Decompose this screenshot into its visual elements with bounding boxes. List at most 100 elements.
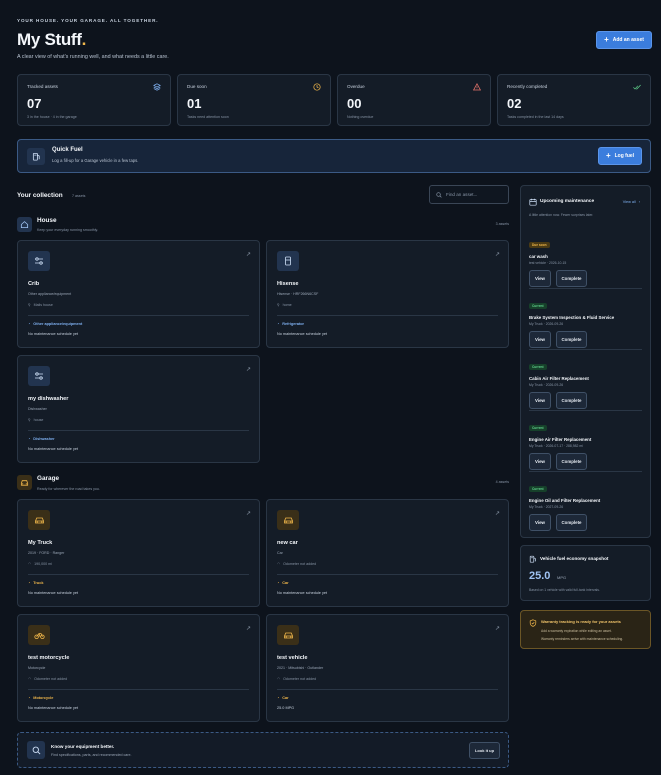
category-icon: ◔ bbox=[277, 696, 280, 700]
asset-schedule: No maintenance schedule yet bbox=[28, 332, 79, 336]
view-button[interactable]: View bbox=[529, 270, 551, 287]
house-subtitle: Keep your everyday running smoothly. bbox=[37, 228, 99, 232]
fuel-unit: MPG bbox=[557, 575, 567, 580]
add-asset-button[interactable]: + Add an asset bbox=[596, 31, 652, 49]
garage-title: Garage bbox=[37, 475, 60, 482]
view-button[interactable]: View bbox=[529, 392, 551, 409]
current-badge: Current bbox=[529, 425, 547, 431]
asset-odometer: ◠ Odometer not added bbox=[277, 562, 316, 566]
maintenance-item-title: Engine Oil and Filter Replacement bbox=[529, 498, 601, 503]
asset-desc: Other appliance/equipment bbox=[28, 292, 72, 296]
open-arrow-icon[interactable]: ↗ bbox=[495, 251, 500, 258]
maintenance-item: Current Engine Oil and Filter Replacemen… bbox=[529, 477, 643, 531]
fridge-icon bbox=[277, 251, 299, 271]
stat-overdue: Overdue 00 Nothing overdue bbox=[337, 74, 491, 126]
look-it-up-button[interactable]: Look it up bbox=[469, 742, 500, 759]
due-soon-badge: Due soon bbox=[529, 242, 550, 248]
asset-name: My Truck bbox=[28, 540, 53, 546]
maintenance-item-title: Engine Air Filter Replacement bbox=[529, 437, 592, 442]
stat-label: Overdue bbox=[347, 84, 365, 89]
complete-button[interactable]: Complete bbox=[556, 331, 587, 348]
layers-icon bbox=[153, 83, 161, 91]
category-icon: ◔ bbox=[28, 322, 31, 326]
complete-button[interactable]: Complete bbox=[556, 453, 587, 470]
maintenance-item: Due soon car wash test vehicle · 2026-10… bbox=[529, 233, 643, 287]
chevron-right-icon: › bbox=[638, 200, 640, 204]
asset-card-test-motorcycle[interactable]: ↗ test motorcycle Motorcycle ◠ Odometer n… bbox=[17, 614, 260, 722]
log-fuel-label: Log fuel bbox=[614, 153, 635, 159]
asset-odometer: ◠ 190,000 mi bbox=[28, 562, 52, 566]
stat-sub: Tasks completed in the last 14 days bbox=[507, 115, 564, 119]
open-arrow-icon[interactable]: ↗ bbox=[495, 625, 500, 632]
card-divider bbox=[277, 689, 498, 690]
asset-desc: Motorcycle bbox=[28, 666, 46, 670]
asset-name: test vehicle bbox=[277, 655, 308, 661]
open-arrow-icon[interactable]: ↗ bbox=[246, 366, 251, 373]
asset-desc: Dishwasher bbox=[28, 407, 47, 411]
asset-desc: Car bbox=[277, 551, 283, 555]
open-arrow-icon[interactable]: ↗ bbox=[246, 251, 251, 258]
asset-category-text: Truck bbox=[33, 581, 44, 585]
asset-schedule: No maintenance schedule yet bbox=[277, 591, 328, 595]
plus-icon: + bbox=[605, 151, 611, 160]
pin-icon: ⚲ bbox=[277, 303, 280, 307]
complete-button[interactable]: Complete bbox=[556, 270, 587, 287]
asset-category-text: Dishwasher bbox=[33, 437, 55, 441]
view-all-link[interactable]: View all › bbox=[623, 200, 640, 204]
view-button[interactable]: View bbox=[529, 514, 551, 531]
asset-odometer-text: 190,000 mi bbox=[34, 562, 52, 566]
asset-category-text: Motorcycle bbox=[33, 696, 54, 700]
log-fuel-button[interactable]: + Log fuel bbox=[598, 147, 642, 165]
house-icon bbox=[17, 217, 32, 232]
car-icon bbox=[28, 510, 50, 530]
asset-card-test-vehicle[interactable]: ↗ test vehicle 2021 · Mitsubishi · Outla… bbox=[266, 614, 509, 722]
asset-card-crib[interactable]: ↗ Crib Other appliance/equipment ⚲ Mails … bbox=[17, 240, 260, 348]
gauge-icon: ◠ bbox=[277, 562, 281, 566]
fuel-economy-panel: Vehicle fuel economy snapshot 25.0 MPG B… bbox=[520, 545, 651, 601]
open-arrow-icon[interactable]: ↗ bbox=[495, 510, 500, 517]
asset-desc: 2021 · Mitsubishi · Outlander bbox=[277, 666, 324, 670]
collection-count: 7 assets bbox=[72, 194, 86, 198]
maintenance-item-sub: My Truck · 2026-09-26 bbox=[529, 383, 564, 387]
calendar-icon bbox=[529, 198, 537, 206]
maintenance-item-title: Cabin Air Filter Replacement bbox=[529, 376, 589, 381]
complete-button[interactable]: Complete bbox=[556, 514, 587, 531]
asset-card-dishwasher[interactable]: ↗ my dishwasher Dishwasher ⚲ house ◔ Dishw… bbox=[17, 355, 260, 463]
page-subtitle: A clear view of what's running well, and… bbox=[17, 54, 169, 60]
asset-card-hisense[interactable]: ↗ Hisense Hisense · HRF266N6CSF ⚲ home ◔ R… bbox=[266, 240, 509, 348]
quick-fuel-banner: Quick Fuel Log a fill-up for a Garage ve… bbox=[17, 139, 651, 173]
garage-subtitle: Ready for wherever the road takes you. bbox=[37, 487, 100, 491]
asset-card-my-truck[interactable]: ↗ My Truck 2019 · FORD · Ranger ◠ 190,000… bbox=[17, 499, 260, 607]
maintenance-item: Current Engine Air Filter Replacement My… bbox=[529, 416, 643, 470]
current-badge: Current bbox=[529, 486, 547, 492]
open-arrow-icon[interactable]: ↗ bbox=[246, 510, 251, 517]
category-icon: ◔ bbox=[28, 696, 31, 700]
maintenance-divider bbox=[529, 288, 642, 289]
warranty-line1: Add a warranty expiration while editing … bbox=[541, 629, 612, 633]
complete-button[interactable]: Complete bbox=[556, 392, 587, 409]
card-divider bbox=[28, 689, 249, 690]
warning-icon bbox=[473, 83, 481, 91]
stat-label: Due soon bbox=[187, 84, 207, 89]
view-button[interactable]: View bbox=[529, 331, 551, 348]
fuel-value: 25.0 bbox=[529, 570, 551, 582]
asset-category: ◔ Truck bbox=[28, 581, 43, 585]
gauge-icon: ◠ bbox=[28, 562, 32, 566]
open-arrow-icon[interactable]: ↗ bbox=[246, 625, 251, 632]
search-input[interactable]: Find an asset... bbox=[429, 185, 509, 204]
asset-schedule: 25.0 MPG bbox=[277, 706, 295, 710]
check-icon bbox=[633, 84, 641, 90]
stat-sub: Nothing overdue bbox=[347, 115, 374, 119]
stat-due-soon: Due soon 01 Tasks need attention soon bbox=[177, 74, 331, 126]
maintenance-item-sub: My Truck · 2026-07-17 · 288,982 mi bbox=[529, 444, 583, 448]
asset-card-new-car[interactable]: ↗ new car Car ◠ Odometer not added ◔ Car N… bbox=[266, 499, 509, 607]
motorcycle-icon bbox=[28, 625, 50, 645]
maintenance-item-title: car wash bbox=[529, 254, 548, 259]
car-icon bbox=[277, 625, 299, 645]
asset-desc: Hisense · HRF266N6CSF bbox=[277, 292, 319, 296]
maintenance-subtitle: A little attention now. Fewer surprises … bbox=[529, 213, 594, 217]
stat-value: 07 bbox=[27, 96, 42, 111]
view-button[interactable]: View bbox=[529, 453, 551, 470]
stat-label: Recently completed bbox=[507, 84, 548, 89]
fuel-title: Vehicle fuel economy snapshot bbox=[540, 556, 609, 561]
